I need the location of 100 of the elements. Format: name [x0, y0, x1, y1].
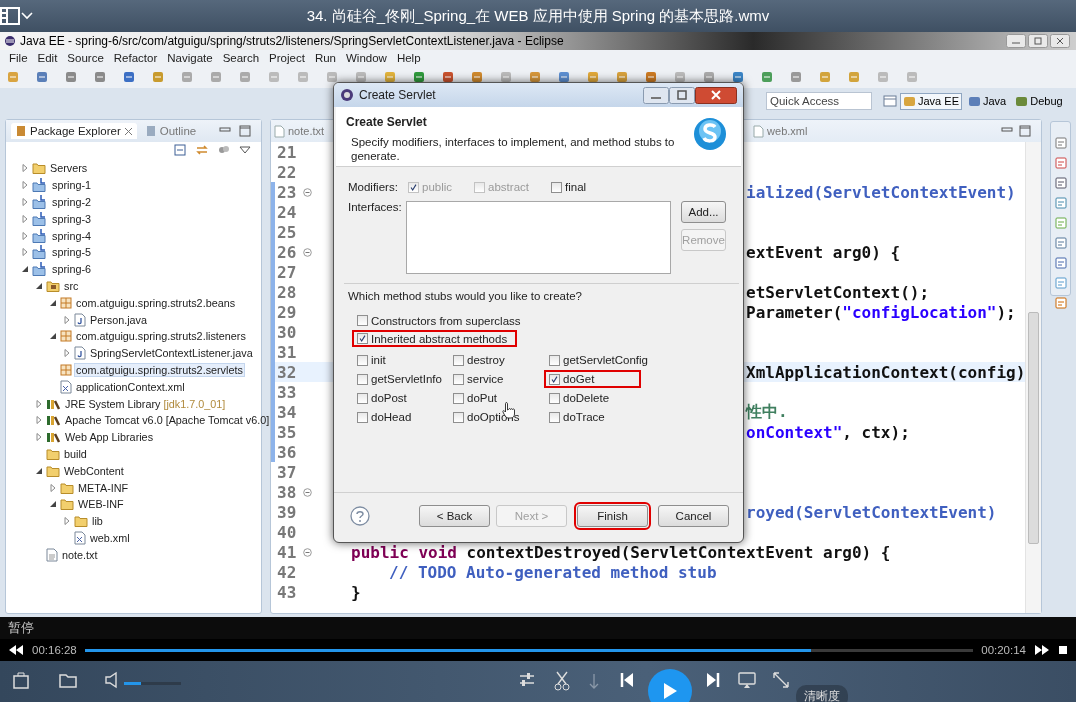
quick-access-field[interactable]: Quick Access: [766, 92, 872, 110]
previous-icon[interactable]: [620, 671, 634, 689]
tree-item[interactable]: Servers: [48, 161, 90, 176]
maximize-icon[interactable]: [239, 125, 251, 137]
minimize-icon[interactable]: [1006, 34, 1026, 48]
progress-bar[interactable]: [84, 648, 974, 652]
speaker-icon[interactable]: [104, 671, 118, 689]
view-icon[interactable]: [1053, 176, 1068, 190]
toolbar-icon[interactable]: [644, 70, 658, 84]
collapsed-arrow-icon[interactable]: [20, 213, 30, 224]
tree-item[interactable]: build: [62, 446, 89, 461]
toolbar-icon[interactable]: [586, 70, 600, 84]
toolbar-icon[interactable]: [499, 70, 513, 84]
tree-item[interactable]: spring-5: [50, 245, 93, 260]
tree-item[interactable]: spring-6: [50, 262, 93, 277]
tree-item[interactable]: WEB-INF: [76, 497, 126, 512]
fold-toggle-icon[interactable]: [303, 187, 312, 197]
tree-item[interactable]: lib: [90, 514, 105, 529]
view-icon[interactable]: [1053, 136, 1068, 150]
chevron-down-icon[interactable]: [20, 11, 34, 21]
tree-item[interactable]: spring-2: [50, 195, 93, 209]
play-button[interactable]: [648, 669, 692, 702]
panel-menu-icon[interactable]: [0, 7, 20, 25]
menu-item[interactable]: Window: [341, 52, 392, 64]
fast-forward-icon[interactable]: [1034, 644, 1050, 656]
expanded-arrow-icon[interactable]: [20, 264, 30, 275]
screen-icon[interactable]: [12, 671, 30, 691]
toolbar-icon[interactable]: [557, 70, 571, 84]
collapsed-arrow-icon[interactable]: [62, 314, 72, 325]
view-icon[interactable]: [1053, 296, 1068, 310]
toolbar-icon[interactable]: [731, 70, 745, 84]
dialog-button[interactable]: < Back: [419, 504, 490, 527]
tree-item[interactable]: JRE System Library [jdk1.7.0_01]: [63, 396, 228, 411]
close-icon[interactable]: [1050, 34, 1070, 48]
collapsed-arrow-icon[interactable]: [20, 247, 30, 258]
checkbox[interactable]: [453, 373, 464, 385]
help-icon[interactable]: [350, 505, 370, 526]
view-tab[interactable]: Outline: [140, 123, 201, 139]
tree-item[interactable]: WebContent: [62, 463, 126, 478]
toolbar-icon[interactable]: [702, 70, 716, 84]
toolbar-icon[interactable]: [383, 70, 397, 84]
perspective-button[interactable]: Java: [964, 92, 1010, 110]
perspective-button[interactable]: Java EE: [900, 92, 962, 110]
menu-item[interactable]: Help: [391, 52, 426, 64]
fold-toggle-icon[interactable]: [303, 247, 312, 257]
checkbox[interactable]: [357, 373, 368, 385]
checkbox[interactable]: [453, 392, 464, 404]
checkbox[interactable]: [551, 181, 562, 193]
toolbar-icon[interactable]: [122, 70, 136, 84]
toolbar-icon[interactable]: [760, 70, 774, 84]
toolbar-icon[interactable]: [93, 70, 107, 84]
collapsed-arrow-icon[interactable]: [20, 197, 30, 207]
toolbar-icon[interactable]: [35, 70, 49, 84]
toolbar-icon[interactable]: [354, 70, 368, 84]
expanded-arrow-icon[interactable]: [48, 499, 58, 510]
checkbox[interactable]: [549, 373, 560, 385]
toolbar-icon[interactable]: [412, 70, 426, 84]
collapsed-arrow-icon[interactable]: [62, 348, 72, 359]
checkbox[interactable]: [549, 354, 560, 366]
toolbar-icon[interactable]: [64, 70, 78, 84]
menu-item[interactable]: File: [4, 52, 33, 64]
minimize-icon[interactable]: [643, 86, 669, 104]
volume-slider[interactable]: [124, 682, 181, 685]
tree-item[interactable]: Person.java: [88, 312, 150, 327]
quality-button[interactable]: 清晰度: [796, 685, 848, 702]
dialog-button[interactable]: Cancel: [658, 504, 729, 527]
open-perspective-icon[interactable]: [883, 94, 897, 108]
checkbox[interactable]: [453, 411, 464, 423]
vertical-scrollbar[interactable]: [1025, 142, 1042, 613]
collapsed-arrow-icon[interactable]: [20, 180, 30, 191]
tree-item[interactable]: spring-3: [50, 211, 93, 226]
collapse-all-icon[interactable]: [173, 143, 187, 157]
menu-item[interactable]: Run: [309, 52, 341, 64]
toolbar-icon[interactable]: [673, 70, 687, 84]
tree-item[interactable]: applicationContext.xml: [74, 379, 187, 394]
toolbar-icon[interactable]: [470, 70, 484, 84]
fold-toggle-icon[interactable]: [303, 487, 312, 497]
tree-item[interactable]: spring-4: [50, 228, 93, 243]
tree-item[interactable]: Apache Tomcat v6.0 [Apache Tomcat v6.0]: [63, 413, 272, 428]
tree-item[interactable]: SpringServletContextListener.java: [88, 346, 255, 361]
toolbar-icon[interactable]: [441, 70, 455, 84]
checkbox[interactable]: [357, 392, 368, 404]
view-icon[interactable]: [1053, 256, 1068, 270]
rewind-icon[interactable]: [8, 644, 24, 656]
tree-item[interactable]: src: [62, 278, 81, 293]
view-icon[interactable]: [1053, 216, 1068, 230]
toolbar-icon[interactable]: [615, 70, 629, 84]
checkbox[interactable]: [453, 354, 464, 366]
menu-item[interactable]: Source: [62, 52, 109, 64]
menu-item[interactable]: Project: [264, 52, 310, 64]
minimize-icon[interactable]: [1001, 125, 1014, 135]
collapsed-arrow-icon[interactable]: [48, 482, 58, 493]
next-icon[interactable]: [706, 671, 720, 689]
collapsed-arrow-icon[interactable]: [34, 415, 44, 426]
tree-item[interactable]: com.atguigu.spring.struts2.servlets: [74, 362, 245, 377]
dialog-button[interactable]: Add...: [681, 201, 726, 223]
folder-icon[interactable]: [58, 671, 78, 689]
menu-item[interactable]: Navigate: [162, 52, 218, 64]
checkbox[interactable]: [549, 411, 560, 423]
stop-icon[interactable]: [1058, 645, 1068, 655]
